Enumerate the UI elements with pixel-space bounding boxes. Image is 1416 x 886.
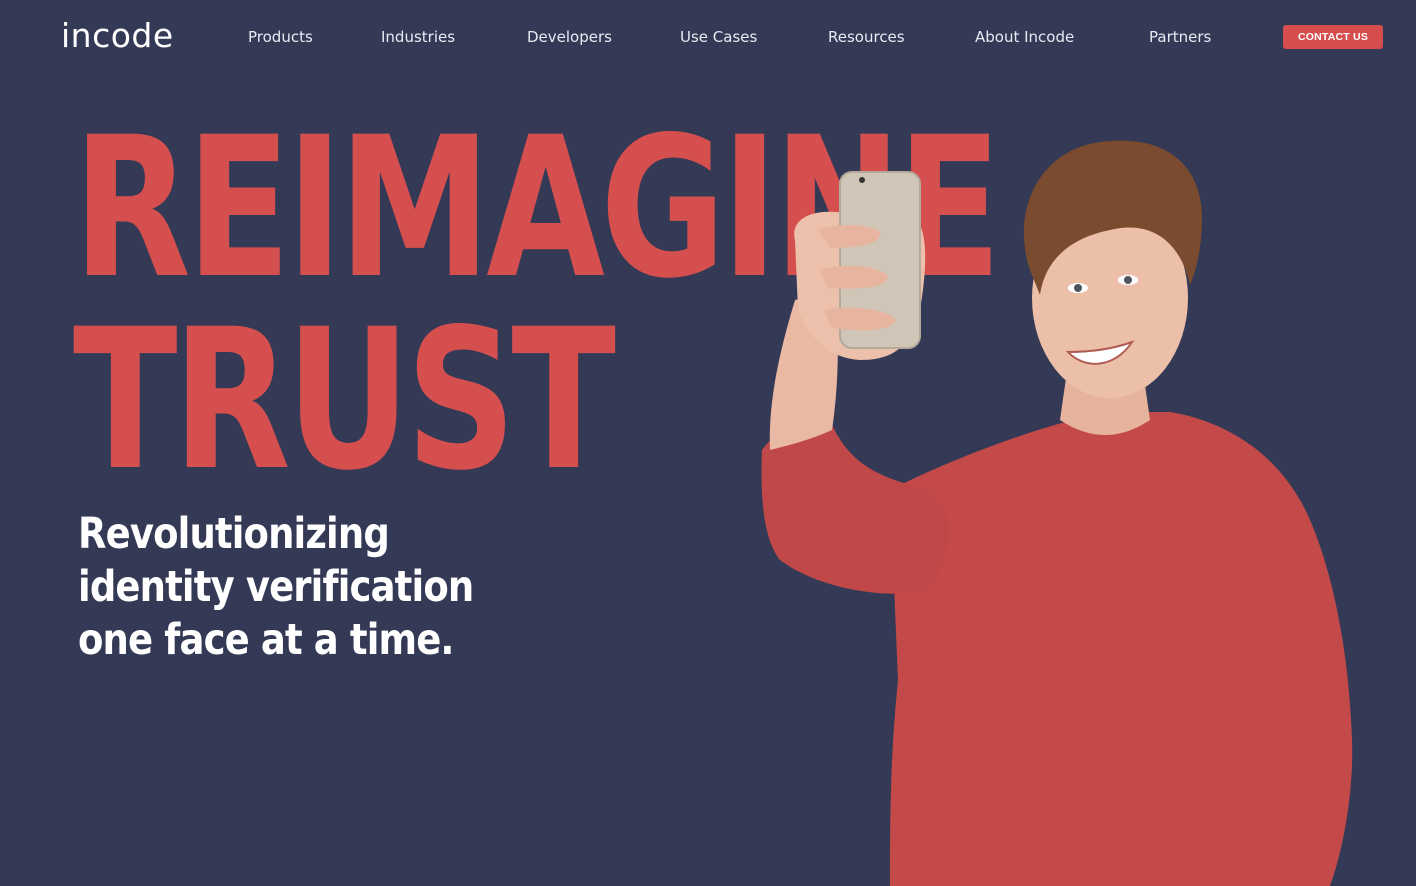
nav-item-developers[interactable]: Developers (527, 27, 612, 47)
nav-item-use-cases[interactable]: Use Cases (680, 27, 757, 47)
nav-item-partners[interactable]: Partners (1149, 27, 1211, 47)
incode-logo[interactable]: incode (61, 14, 174, 58)
hero-headline-line-2: TRUST (73, 287, 616, 513)
hero-subheadline: Revolutionizing identity verification on… (78, 509, 474, 665)
person-taking-selfie-photo (761, 140, 1353, 886)
nav-item-products[interactable]: Products (248, 27, 313, 47)
red-sweater (890, 412, 1353, 886)
nav-item-industries[interactable]: Industries (381, 27, 455, 47)
raised-arm-sleeve (761, 420, 949, 594)
page: incode Products Industries Developers Us… (0, 0, 1416, 886)
nav-item-about-incode[interactable]: About Incode (975, 27, 1074, 47)
contact-us-button[interactable]: CONTACT US (1283, 25, 1383, 49)
nav-item-resources[interactable]: Resources (828, 27, 905, 47)
